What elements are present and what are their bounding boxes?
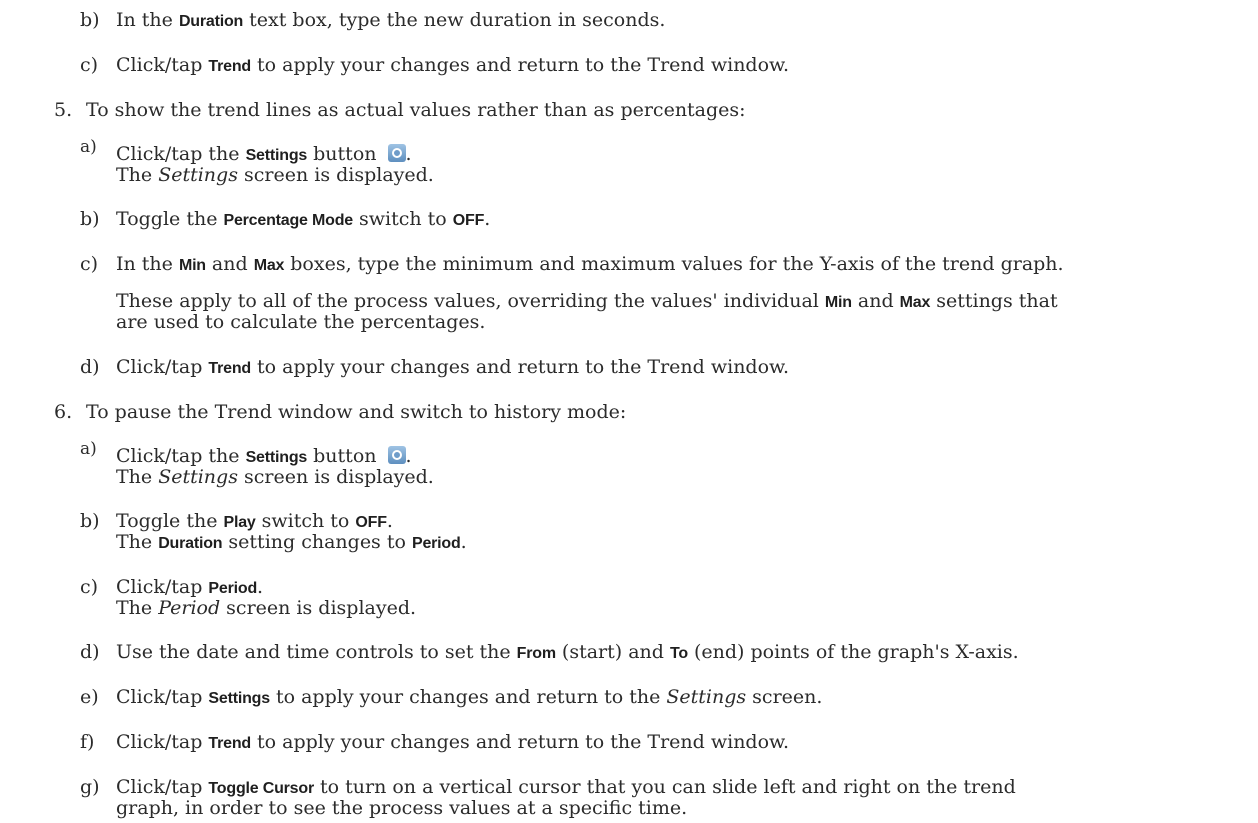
ui-term: OFF (452, 212, 485, 229)
step6-heading: To pause the Trend window and switch to … (86, 401, 627, 423)
step6-f-marker: f) (80, 731, 95, 753)
step4-b-text: In the Duration text box, type the new d… (116, 9, 666, 31)
step5-number: 5. (54, 99, 73, 121)
step6-c-result: The Period screen is displayed. (116, 597, 417, 619)
step6-g-text-line2: graph, in order to see the process value… (116, 797, 688, 819)
ui-term: Period (208, 580, 258, 597)
ui-term: Duration (158, 535, 223, 552)
step6-b-result: The Duration setting changes to Period. (116, 531, 467, 553)
ui-term: Trend (208, 360, 251, 377)
ui-term: Play (223, 514, 256, 531)
ui-term: Settings (245, 147, 308, 164)
ui-term: Settings (208, 690, 270, 707)
step6-a-result: The Settings screen is displayed. (116, 466, 434, 488)
ui-term: Max (899, 294, 931, 311)
ui-term: To (669, 645, 688, 662)
ui-term: Percentage Mode (223, 212, 353, 229)
ui-term: OFF (355, 514, 387, 531)
step5-a-marker: a) (80, 137, 97, 157)
ui-term: Max (253, 257, 285, 274)
document-page: b) In the Duration text box, type the ne… (0, 0, 1258, 823)
ui-term: Duration (178, 13, 244, 30)
ui-term: From (516, 645, 556, 662)
settings-gear-icon (387, 446, 406, 464)
step6-a-marker: a) (80, 439, 97, 459)
ui-term: Trend (208, 735, 251, 752)
step4-c-text: Click/tap Trend to apply your changes an… (116, 54, 790, 76)
step5-d-marker: d) (80, 356, 100, 378)
step5-heading: To show the trend lines as actual values… (86, 99, 746, 121)
step5-c-marker: c) (80, 253, 99, 275)
ui-term: Min (824, 294, 852, 311)
step6-c-marker: c) (80, 576, 99, 598)
step5-b-text: Toggle the Percentage Mode switch to OFF… (116, 208, 491, 230)
ui-term: Settings (245, 449, 308, 466)
step6-e-text: Click/tap Settings to apply your changes… (116, 686, 823, 708)
step5-c-note-line2: are used to calculate the percentages. (116, 311, 486, 333)
step6-b-marker: b) (80, 510, 100, 532)
step6-g-marker: g) (80, 776, 100, 798)
ui-term: Period (411, 535, 461, 552)
step5-d-text: Click/tap Trend to apply your changes an… (116, 356, 790, 378)
step6-d-text: Use the date and time controls to set th… (116, 641, 1019, 663)
step5-a-result: The Settings screen is displayed. (116, 164, 434, 186)
ui-term: Toggle Cursor (208, 780, 314, 797)
ui-term: Trend (208, 58, 251, 75)
step5-b-marker: b) (80, 208, 100, 230)
step6-number: 6. (54, 401, 73, 423)
step5-c-text: In the Min and Max boxes, type the minim… (116, 253, 1064, 275)
settings-gear-icon (387, 144, 406, 162)
step6-e-marker: e) (80, 686, 99, 708)
ui-term: Min (178, 257, 206, 274)
step6-f-text: Click/tap Trend to apply your changes an… (116, 731, 790, 753)
step4-b-marker: b) (80, 9, 100, 31)
step4-c-marker: c) (80, 54, 99, 76)
step6-d-marker: d) (80, 641, 100, 663)
